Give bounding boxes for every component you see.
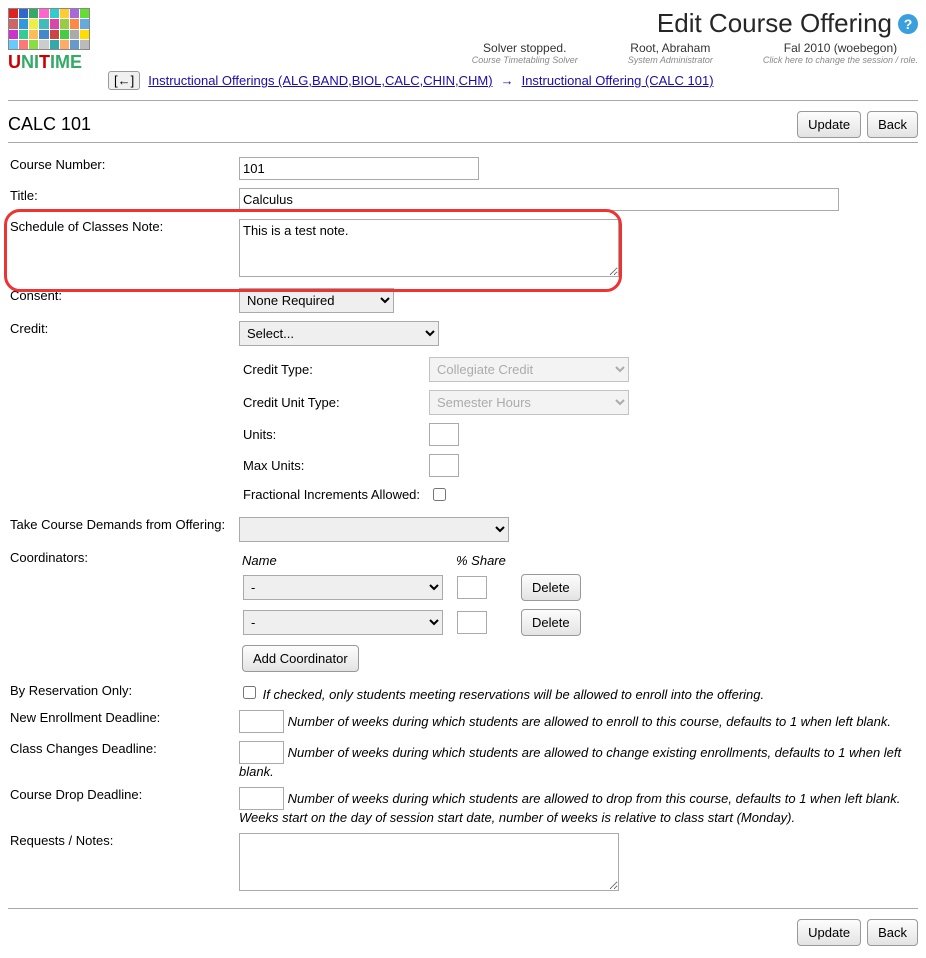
page-title: Edit Course Offering — [657, 8, 892, 39]
take-demands-label: Take Course Demands from Offering: — [8, 513, 237, 546]
solver-status-sub: Course Timetabling Solver — [472, 55, 578, 65]
update-button[interactable]: Update — [797, 111, 861, 138]
course-name-heading: CALC 101 — [8, 114, 91, 135]
solver-status[interactable]: Solver stopped. Course Timetabling Solve… — [472, 41, 578, 65]
course-drop-hint: Number of weeks during which students ar… — [288, 791, 901, 806]
session-status-main: Fal 2010 (woebegon) — [763, 41, 918, 55]
coord-name-header: Name — [241, 552, 453, 569]
credit-label: Credit: — [8, 317, 237, 513]
max-units-input[interactable] — [429, 454, 459, 477]
by-reservation-hint: If checked, only students meeting reserv… — [263, 687, 765, 702]
breadcrumb-link-offering[interactable]: Instructional Offering (CALC 101) — [522, 73, 714, 88]
weeks-note-hint: Weeks start on the day of session start … — [239, 810, 795, 825]
fractional-checkbox[interactable] — [433, 488, 446, 501]
new-enroll-input[interactable] — [239, 710, 284, 733]
delete-coordinator-button[interactable]: Delete — [521, 574, 581, 601]
coordinator-name-select[interactable]: - — [243, 575, 443, 600]
arrow-icon: → — [501, 73, 514, 88]
course-number-input[interactable] — [239, 157, 479, 180]
solver-status-main: Solver stopped. — [472, 41, 578, 55]
breadcrumb-back-button[interactable]: [←] — [108, 71, 140, 90]
class-changes-input[interactable] — [239, 741, 284, 764]
breadcrumb: [←] Instructional Offerings (ALG,BAND,BI… — [108, 71, 918, 90]
class-changes-hint: Number of weeks during which students ar… — [239, 745, 901, 779]
session-status-sub: Click here to change the session / role. — [763, 55, 918, 65]
add-coordinator-button[interactable]: Add Coordinator — [242, 645, 359, 672]
coordinators-label: Coordinators: — [8, 546, 237, 679]
breadcrumb-link-offerings[interactable]: Instructional Offerings (ALG,BAND,BIOL,C… — [148, 73, 492, 88]
coordinator-name-select[interactable]: - — [243, 610, 443, 635]
user-status[interactable]: Root, Abraham System Administrator — [628, 41, 713, 65]
back-button[interactable]: Back — [867, 111, 918, 138]
units-label: Units: — [241, 420, 425, 449]
consent-label: Consent: — [8, 284, 237, 317]
course-drop-input[interactable] — [239, 787, 284, 810]
by-reservation-checkbox[interactable] — [243, 686, 256, 699]
requests-textarea[interactable] — [239, 833, 619, 891]
coordinator-share-input[interactable] — [457, 576, 487, 599]
schedule-note-label: Schedule of Classes Note: — [8, 215, 237, 284]
delete-coordinator-button[interactable]: Delete — [521, 609, 581, 636]
credit-format-select[interactable]: Select... — [239, 321, 439, 346]
user-status-main: Root, Abraham — [628, 41, 713, 55]
class-changes-label: Class Changes Deadline: — [8, 737, 237, 783]
session-status[interactable]: Fal 2010 (woebegon) Click here to change… — [763, 41, 918, 65]
credit-type-label: Credit Type: — [241, 354, 425, 385]
title-input[interactable] — [239, 188, 839, 211]
course-drop-label: Course Drop Deadline: — [8, 783, 237, 829]
credit-unit-type-select[interactable]: Semester Hours — [429, 390, 629, 415]
requests-label: Requests / Notes: — [8, 829, 237, 898]
new-enroll-label: New Enrollment Deadline: — [8, 706, 237, 737]
course-number-label: Course Number: — [8, 153, 237, 184]
unitime-logo: UNITIME — [8, 8, 108, 73]
update-button[interactable]: Update — [797, 919, 861, 946]
title-label: Title: — [8, 184, 237, 215]
back-button[interactable]: Back — [867, 919, 918, 946]
by-reservation-label: By Reservation Only: — [8, 679, 237, 706]
coordinator-share-input[interactable] — [457, 611, 487, 634]
credit-type-select[interactable]: Collegiate Credit — [429, 357, 629, 382]
max-units-label: Max Units: — [241, 451, 425, 480]
user-status-sub: System Administrator — [628, 55, 713, 65]
take-demands-select[interactable] — [239, 517, 509, 542]
coord-share-header: % Share — [455, 552, 517, 569]
consent-select[interactable]: None Required — [239, 288, 394, 313]
credit-unit-type-label: Credit Unit Type: — [241, 387, 425, 418]
help-icon[interactable]: ? — [898, 14, 918, 34]
schedule-note-textarea[interactable] — [239, 219, 619, 277]
new-enroll-hint: Number of weeks during which students ar… — [288, 714, 891, 729]
fractional-label: Fractional Increments Allowed: — [241, 482, 425, 507]
units-input[interactable] — [429, 423, 459, 446]
